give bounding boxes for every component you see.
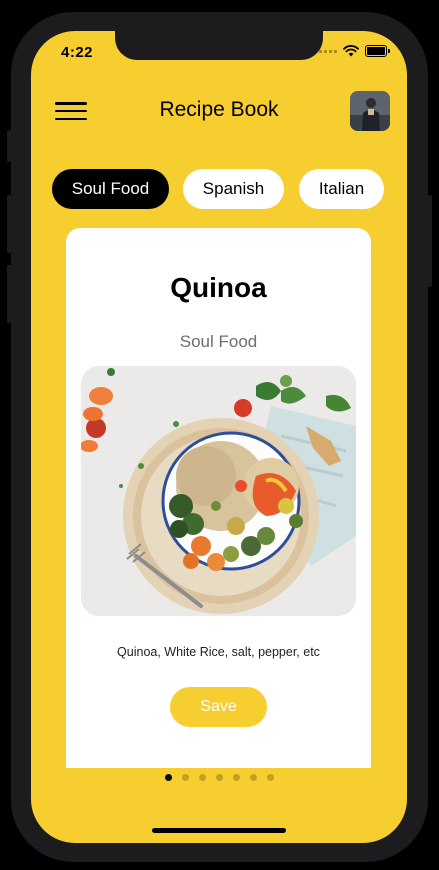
tab-italian[interactable]: Italian — [299, 169, 384, 209]
home-indicator[interactable] — [152, 828, 286, 833]
notch — [115, 31, 323, 60]
app-screen: 4:22 Recipe Book Soul Food Spanish Itali… — [31, 31, 407, 843]
status-time: 4:22 — [61, 44, 94, 61]
signal-icon — [319, 49, 337, 53]
save-button[interactable]: Save — [170, 687, 267, 727]
tab-soul-food[interactable]: Soul Food — [52, 169, 169, 209]
page-dot-3[interactable] — [198, 774, 206, 781]
wifi-icon — [343, 45, 359, 57]
mute-switch — [7, 130, 11, 162]
category-tabs: Soul Food Spanish Italian — [52, 169, 387, 209]
tab-spanish[interactable]: Spanish — [183, 169, 284, 209]
volume-up-button — [7, 195, 11, 253]
recipe-category: Soul Food — [179, 332, 258, 351]
battery-icon — [365, 45, 390, 57]
recipe-title: Quinoa — [170, 272, 267, 303]
power-button — [428, 195, 432, 287]
page-dot-7[interactable] — [266, 774, 274, 781]
volume-down-button — [7, 265, 11, 323]
page-dot-2[interactable] — [181, 774, 189, 781]
recipe-image — [81, 366, 356, 616]
page-dot-1[interactable] — [164, 774, 172, 781]
page-dot-6[interactable] — [249, 774, 257, 781]
status-icons — [319, 45, 390, 57]
page-dot-5[interactable] — [232, 774, 240, 781]
page-indicator — [31, 774, 407, 781]
page-dot-4[interactable] — [215, 774, 223, 781]
recipe-card[interactable]: Quinoa Soul Food Quinoa, White Rice, sal… — [66, 228, 371, 768]
recipe-ingredients: Quinoa, White Rice, salt, pepper, etc — [117, 645, 320, 659]
avatar[interactable] — [350, 91, 390, 131]
